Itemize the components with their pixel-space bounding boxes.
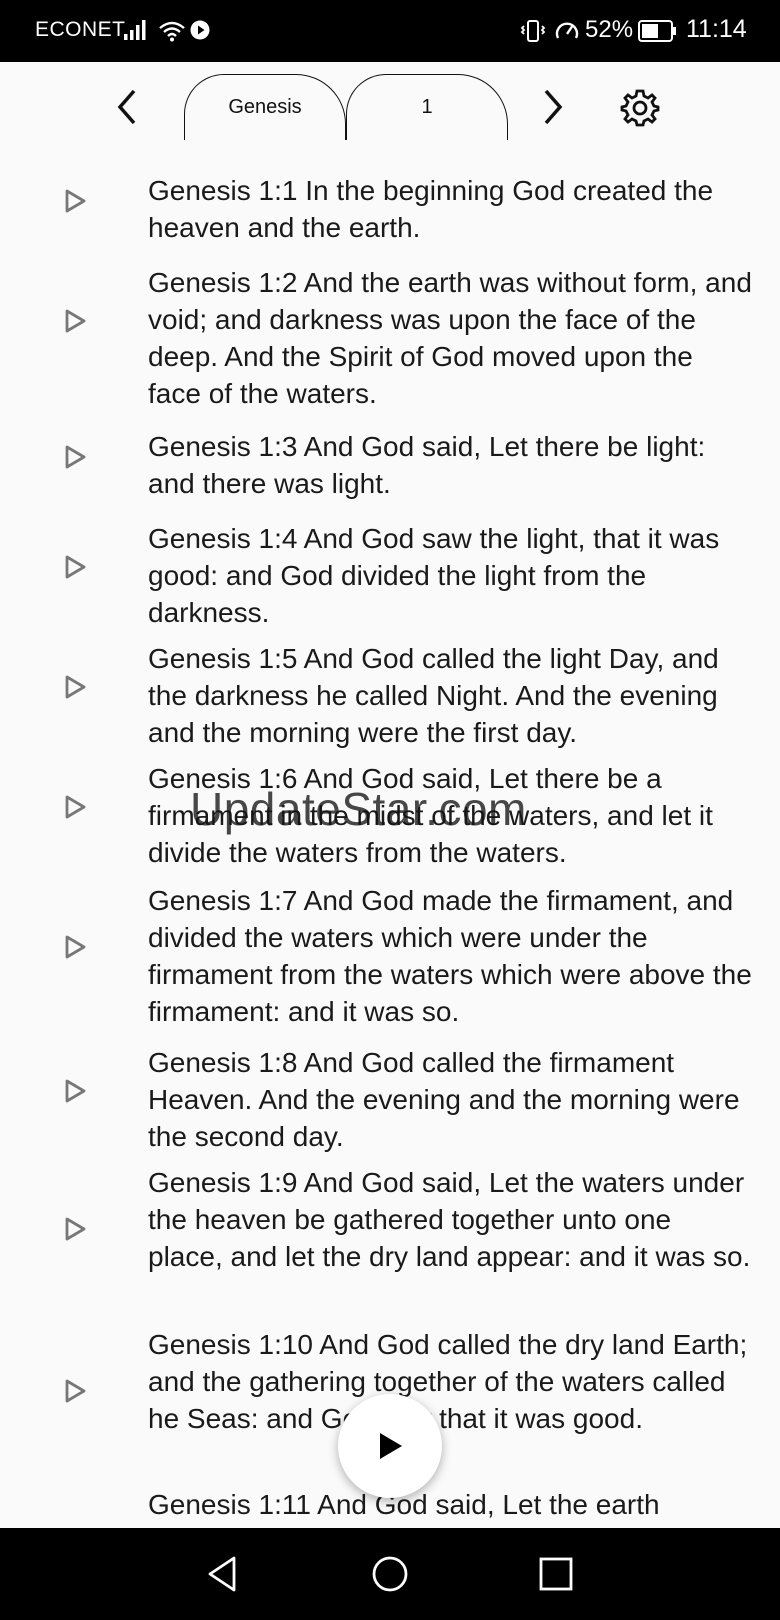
book-name: Genesis — [228, 96, 302, 118]
chapter-navigation: Genesis 1 — [0, 62, 780, 146]
play-verse-icon[interactable] — [64, 308, 88, 334]
play-icon — [380, 1433, 402, 1459]
verse-text: Genesis 1:1 In the beginning God created… — [148, 175, 714, 243]
verse-text: Genesis 1:10 And God called the dry land… — [148, 1329, 748, 1434]
vibrate-icon — [520, 20, 546, 42]
gear-icon[interactable] — [620, 88, 660, 128]
chevron-left-icon[interactable] — [112, 88, 144, 126]
play-verse-icon[interactable] — [64, 554, 88, 580]
book-selector-tab[interactable]: Genesis — [184, 74, 346, 140]
verse-text: Genesis 1:6 And God said, Let there be a… — [148, 763, 713, 868]
verse-text: Genesis 1:7 And God made the firmament, … — [148, 885, 752, 1027]
verse-list[interactable]: Genesis 1:1 In the beginning God created… — [0, 146, 780, 1526]
verse-text: Genesis 1:2 And the earth was without fo… — [148, 267, 752, 409]
verse-text: Genesis 1:8 And God called the firmament… — [148, 1047, 740, 1152]
play-verse-icon[interactable] — [64, 674, 88, 700]
chevron-right-icon[interactable] — [536, 88, 568, 126]
verse-text: Genesis 1:3 And God said, Let there be l… — [148, 431, 706, 499]
recent-apps-icon[interactable] — [536, 1554, 576, 1594]
verse-text: Genesis 1:9 And God said, Let the waters… — [148, 1167, 751, 1272]
data-speed-icon — [555, 22, 579, 39]
battery-icon — [638, 20, 676, 42]
play-verse-icon[interactable] — [64, 188, 88, 214]
clock: 11:14 — [686, 15, 747, 43]
play-verse-icon[interactable] — [64, 1078, 88, 1104]
chapter-selector-tab[interactable]: 1 — [346, 74, 508, 140]
verse-text: Genesis 1:4 And God saw the light, that … — [148, 523, 720, 628]
back-icon[interactable] — [204, 1554, 244, 1594]
chapter-number: 1 — [421, 96, 433, 118]
media-playing-icon — [190, 20, 210, 40]
signal-icon — [124, 20, 146, 40]
verse-text: Genesis 1:5 And God called the light Day… — [148, 643, 719, 748]
play-verse-icon[interactable] — [64, 1378, 88, 1404]
play-all-button[interactable] — [338, 1394, 442, 1498]
play-verse-icon[interactable] — [64, 794, 88, 820]
system-navigation-bar — [0, 1528, 780, 1620]
play-verse-icon[interactable] — [64, 444, 88, 470]
play-verse-icon[interactable] — [64, 934, 88, 960]
verse-text: Genesis 1:11 And God said, Let the earth — [148, 1489, 660, 1520]
screen: ECONET 52% 11:14 Genesis 1 Genesis 1:1 I… — [0, 0, 780, 1620]
play-verse-icon[interactable] — [64, 1216, 88, 1242]
home-icon[interactable] — [370, 1554, 410, 1594]
carrier-name: ECONET — [35, 18, 126, 41]
battery-percentage: 52% — [585, 16, 634, 43]
status-bar: ECONET 52% 11:14 — [0, 0, 780, 62]
wifi-icon — [159, 21, 185, 42]
